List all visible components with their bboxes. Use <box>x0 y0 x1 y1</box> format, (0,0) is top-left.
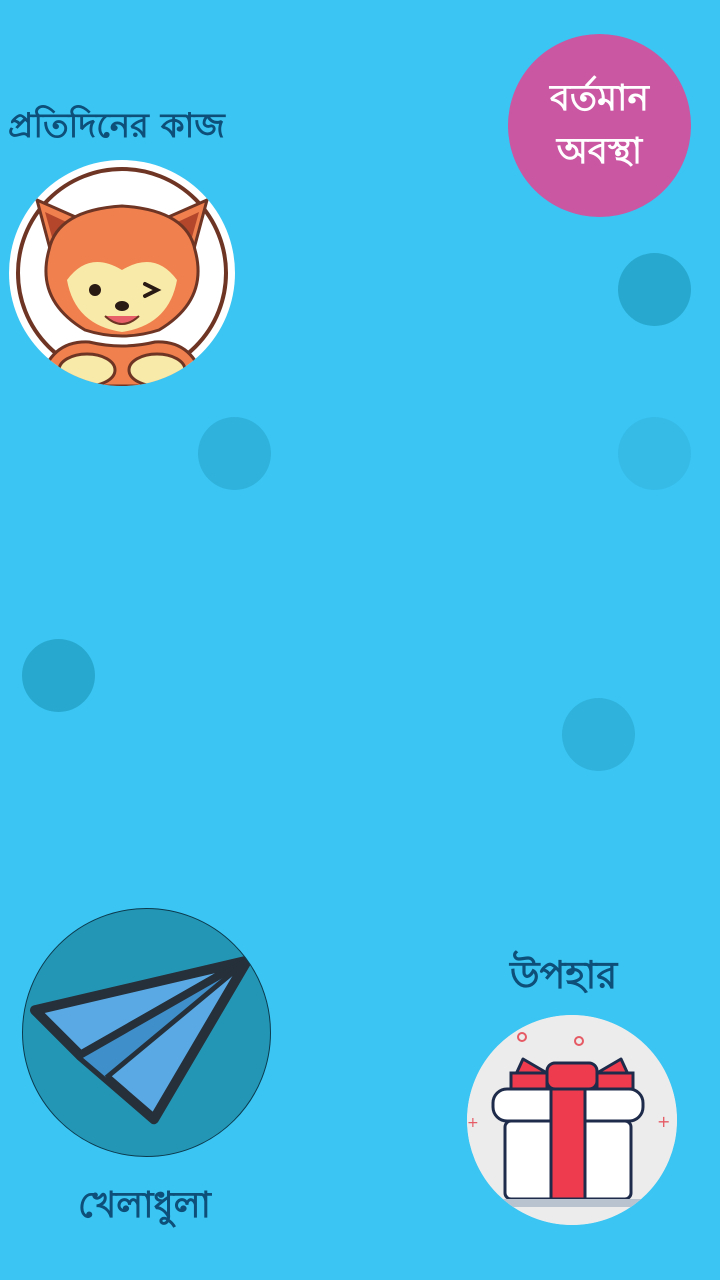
background-dot <box>618 253 691 326</box>
paper-plane-icon <box>29 955 253 1125</box>
play-button[interactable] <box>22 908 271 1157</box>
svg-text:+: + <box>657 1112 670 1131</box>
gift-label: উপহার <box>510 953 618 997</box>
background-dot <box>618 417 691 490</box>
daily-tasks-button[interactable] <box>9 160 235 386</box>
background-dot <box>22 639 95 712</box>
svg-text:+: + <box>467 1115 479 1131</box>
gift-button[interactable]: + + <box>467 1015 677 1225</box>
daily-tasks-label: প্রতিদিনের কাজ <box>8 106 225 146</box>
background-dot <box>562 698 635 771</box>
current-status-line1: বর্তমান <box>550 78 649 120</box>
fox-mascot-icon <box>16 167 228 386</box>
current-status-button[interactable]: বর্তমান অবস্থা <box>508 34 691 217</box>
play-label: খেলাধুলা <box>78 1185 211 1226</box>
gift-box-icon: + + <box>467 1015 677 1225</box>
background-dot <box>198 417 271 490</box>
current-status-line2: অবস্থা <box>556 130 643 172</box>
